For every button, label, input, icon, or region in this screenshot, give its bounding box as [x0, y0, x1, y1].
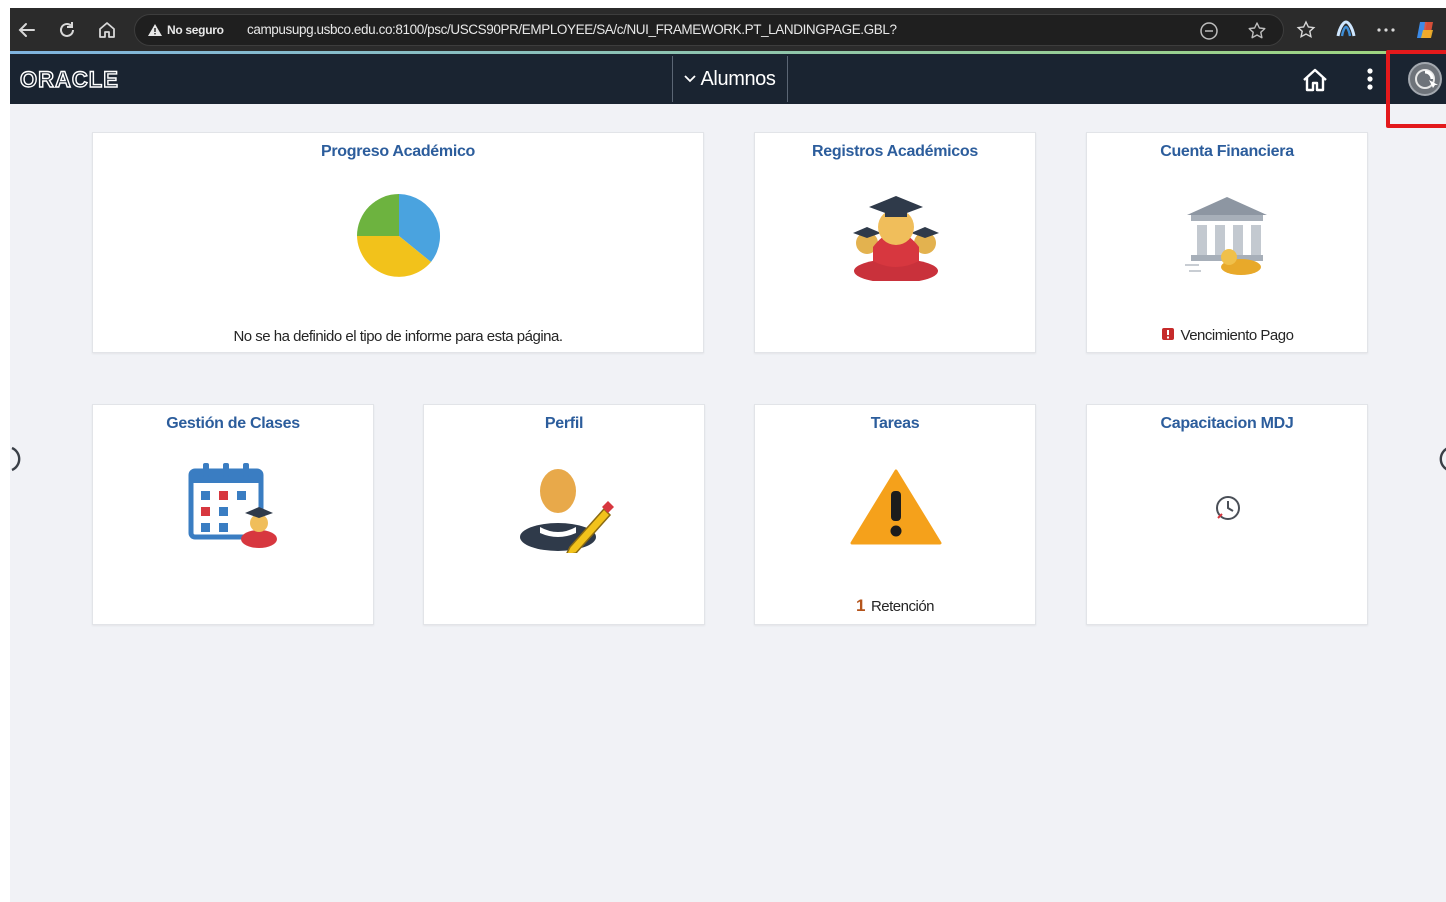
- warning-icon: [148, 24, 162, 36]
- reload-icon[interactable]: [54, 17, 80, 43]
- homepage-selector-label: Alumnos: [700, 67, 776, 90]
- browser-toolbar: No seguro campusupg.usbco.edu.co:8100/ps…: [10, 8, 1446, 54]
- address-bar[interactable]: No seguro campusupg.usbco.edu.co:8100/ps…: [134, 14, 1284, 46]
- tile-title: Perfil: [544, 415, 584, 432]
- clock-icon: [1216, 496, 1240, 520]
- browser-home-icon[interactable]: [94, 17, 120, 43]
- tile-title: Cuenta Financiera: [1160, 143, 1294, 160]
- alert-icon: [1161, 328, 1174, 340]
- copilot-icon[interactable]: [1414, 18, 1438, 42]
- security-label[interactable]: No seguro: [167, 23, 224, 37]
- chevron-down-icon: [684, 75, 697, 83]
- payment-due-row[interactable]: Vencimiento Pago: [1087, 327, 1367, 344]
- extension-icon[interactable]: [1334, 18, 1358, 42]
- carousel-previous-icon[interactable]: [10, 446, 24, 472]
- class-calendar-icon: [188, 463, 277, 548]
- tile-title: Gestión de Clases: [166, 415, 300, 432]
- pie-chart-icon: [357, 194, 441, 277]
- actions-menu-icon[interactable]: [1360, 64, 1380, 94]
- tile-cuenta-financiera[interactable]: Cuenta Financiera Vencimiento Pago: [1086, 132, 1368, 353]
- warning-triangle-icon: [850, 469, 942, 545]
- homepage-selector[interactable]: Alumnos: [672, 56, 788, 102]
- tile-perfil[interactable]: Perfil: [423, 404, 705, 625]
- favorite-star-icon[interactable]: [1247, 21, 1267, 41]
- retention-row[interactable]: 1 Retención: [755, 596, 1035, 616]
- graduates-icon: [853, 196, 939, 281]
- more-options-icon[interactable]: [1374, 18, 1398, 42]
- zoom-out-icon[interactable]: [1199, 21, 1219, 41]
- tile-title: Registros Académicos: [812, 143, 978, 160]
- tile-progreso-academico[interactable]: Progreso Académico No se ha definido el …: [92, 132, 704, 353]
- app-header: ORACLE Alumnos: [10, 54, 1446, 104]
- favorites-icon[interactable]: [1294, 18, 1318, 42]
- retention-label: Retención: [870, 598, 935, 615]
- tile-title: Capacitacion MDJ: [1160, 415, 1294, 432]
- retention-count: 1: [855, 596, 865, 615]
- oracle-logo: ORACLE: [20, 68, 119, 90]
- home-icon[interactable]: [1300, 66, 1330, 94]
- tile-title: Progreso Académico: [320, 143, 476, 160]
- payment-due-label: Vencimiento Pago: [1180, 327, 1294, 344]
- url-text[interactable]: campusupg.usbco.edu.co:8100/psc/USCS90PR…: [247, 22, 897, 37]
- highlight-annotation: [1386, 50, 1446, 128]
- carousel-next-icon[interactable]: [1436, 446, 1446, 472]
- report-message: No se ha definido el tipo de informe par…: [233, 328, 563, 345]
- tile-title: Tareas: [870, 415, 920, 432]
- app-window: No seguro campusupg.usbco.edu.co:8100/ps…: [10, 8, 1446, 902]
- tile-tareas[interactable]: Tareas 1 Retención: [754, 404, 1036, 625]
- tile-gestion-de-clases[interactable]: Gestión de Clases: [92, 404, 374, 625]
- back-icon[interactable]: [14, 17, 40, 43]
- tile-registros-academicos[interactable]: Registros Académicos: [754, 132, 1036, 353]
- oracle-logo-text: ORACLE: [20, 68, 119, 90]
- tile-capacitacion-mdj[interactable]: Capacitacion MDJ: [1086, 404, 1368, 625]
- bank-icon: [1185, 197, 1267, 275]
- profile-edit-icon: [520, 469, 614, 553]
